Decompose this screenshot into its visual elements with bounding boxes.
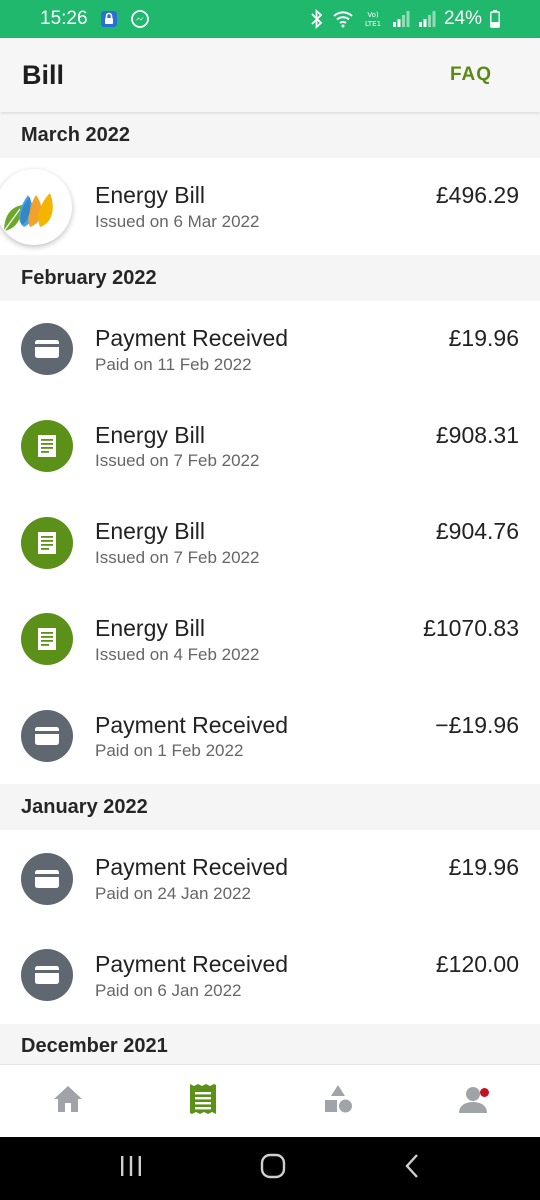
list-item[interactable]: Energy Bill Issued on 7 Feb 2022 £904.76 <box>0 494 540 592</box>
row-amount: £1070.83 <box>423 615 519 642</box>
app-bar: Bill FAQ <box>0 38 540 112</box>
svg-text:LTE1: LTE1 <box>365 20 381 28</box>
battery-percent: 24% <box>443 8 482 29</box>
nav-services[interactable] <box>308 1076 368 1126</box>
row-subtitle: Paid on 11 Feb 2022 <box>95 354 252 374</box>
list-item[interactable]: Energy Bill Issued on 4 Feb 2022 £1070.8… <box>0 591 540 688</box>
wifi-icon <box>332 10 354 28</box>
bill-list-icon <box>188 1083 218 1120</box>
row-amount: £19.96 <box>448 325 519 351</box>
lock-app-icon <box>100 10 118 28</box>
month-header: December 2021 <box>0 1023 540 1064</box>
card-icon <box>21 949 73 1002</box>
row-subtitle: Issued on 7 Feb 2022 <box>95 548 260 568</box>
row-amount: £904.76 <box>435 518 519 545</box>
shapes-icon <box>322 1083 354 1120</box>
status-time: 15:26 <box>40 8 88 29</box>
system-nav-bar <box>0 1137 540 1200</box>
row-subtitle: Issued on 4 Feb 2022 <box>95 644 260 664</box>
bluetooth-icon <box>310 9 324 29</box>
row-amount: £908.31 <box>435 421 519 448</box>
list-item[interactable]: Payment Received Paid on 6 Jan 2022 £120… <box>0 927 540 1024</box>
row-subtitle: Issued on 7 Feb 2022 <box>95 451 260 471</box>
nav-account[interactable] <box>443 1076 503 1126</box>
list-item[interactable]: Payment Received Paid on 1 Feb 2022 −£19… <box>0 687 540 785</box>
nav-home[interactable] <box>38 1076 98 1126</box>
list-item[interactable]: Payment Received Paid on 24 Jan 2022 £19… <box>0 830 540 928</box>
month-header: February 2022 <box>0 255 540 301</box>
back-icon[interactable] <box>402 1153 422 1184</box>
row-amount: £496.29 <box>435 182 519 208</box>
row-amount: £19.96 <box>448 854 519 881</box>
faq-button[interactable]: FAQ <box>450 64 492 86</box>
nav-bills[interactable] <box>173 1076 233 1126</box>
list-item[interactable]: Energy Bill Issued on 7 Feb 2022 £908.31 <box>0 397 540 495</box>
svg-text:Vo): Vo) <box>367 11 379 19</box>
home-icon <box>52 1084 84 1119</box>
status-bar: 15:26 Vo) LTE1 24% <box>0 0 540 38</box>
home-circle-icon[interactable] <box>259 1152 287 1185</box>
row-subtitle: Paid on 24 Jan 2022 <box>95 884 251 904</box>
bill-icon <box>21 420 73 473</box>
month-header: March 2022 <box>0 112 540 158</box>
bill-icon <box>21 613 73 666</box>
page-title: Bill <box>22 59 65 90</box>
card-icon <box>21 323 73 376</box>
notification-badge <box>479 1088 489 1097</box>
signal-icon-2 <box>418 10 436 28</box>
messenger-icon <box>130 9 150 29</box>
card-icon <box>21 852 73 905</box>
provider-logo-icon <box>0 168 72 245</box>
battery-icon <box>490 10 500 28</box>
list-item[interactable]: Payment Received Paid on 11 Feb 2022 £19… <box>0 301 540 398</box>
volte-icon: Vo) LTE1 <box>362 9 384 29</box>
bill-icon <box>21 516 73 569</box>
row-subtitle: Paid on 6 Jan 2022 <box>95 980 242 1000</box>
signal-icon-1 <box>392 10 410 28</box>
list-item[interactable]: Energy Bill Issued on 6 Mar 2022 £496.29 <box>0 158 540 255</box>
recent-apps-icon[interactable] <box>118 1154 144 1183</box>
card-icon <box>21 710 73 763</box>
row-subtitle: Issued on 6 Mar 2022 <box>95 211 260 231</box>
month-header: January 2022 <box>0 784 540 831</box>
row-amount: £120.00 <box>435 951 519 978</box>
row-subtitle: Paid on 1 Feb 2022 <box>95 741 244 761</box>
bottom-nav <box>0 1064 540 1137</box>
bill-history-list[interactable]: March 2022 Energy Bill Issued on 6 Mar 2… <box>0 112 540 1064</box>
row-amount: −£19.96 <box>435 711 519 738</box>
